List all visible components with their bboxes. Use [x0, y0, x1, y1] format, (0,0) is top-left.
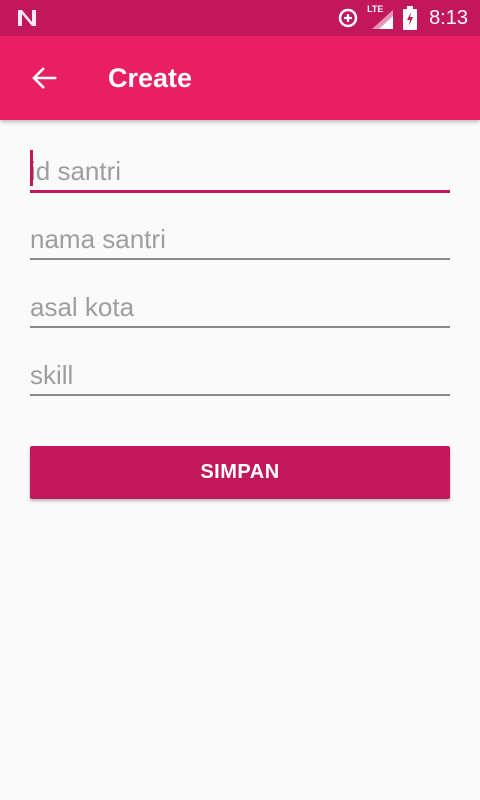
back-button[interactable]	[24, 58, 64, 98]
create-form	[30, 140, 450, 412]
status-bar: LTE 8:13	[0, 0, 480, 36]
page-title: Create	[108, 63, 193, 93]
text-cursor	[30, 150, 33, 186]
asal-kota-field	[30, 276, 450, 344]
id-santri-field	[30, 140, 450, 208]
app-bar: Create	[0, 36, 480, 120]
nama-santri-field	[30, 208, 450, 276]
n-logo-icon	[18, 10, 36, 26]
skill-field	[30, 344, 450, 412]
skill-input[interactable]	[30, 356, 450, 396]
status-icons: LTE 8:13	[329, 0, 468, 36]
save-button[interactable]: SIMPAN	[30, 446, 450, 499]
asal-kota-input[interactable]	[30, 288, 450, 328]
status-time: 8:13	[429, 6, 468, 29]
lte-signal-icon: LTE	[367, 4, 395, 30]
nama-santri-input[interactable]	[30, 220, 450, 260]
id-santri-input[interactable]	[30, 152, 450, 193]
data-saver-icon	[338, 8, 358, 28]
arrow-back-icon	[32, 67, 57, 89]
battery-charging-icon	[403, 6, 418, 30]
